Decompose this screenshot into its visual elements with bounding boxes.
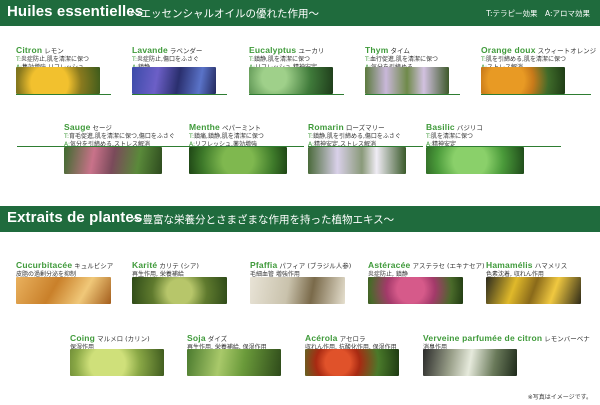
karite-photo: [132, 277, 227, 304]
oil-basilic: Basilic バジリコ T:肌を清潔に保つ A:精神安定: [426, 120, 561, 174]
japanese-name: パフィア (ブラジル人参): [279, 262, 352, 270]
plant-extracts-banner: Extraits de plantes ～豊富な栄養分とさまざまな作用を持った植…: [0, 206, 600, 232]
image-note: ※写真はイメージです。: [527, 394, 592, 401]
japanese-name: セージ: [92, 124, 112, 132]
french-name: Karité: [132, 260, 158, 270]
japanese-name: キュルビシア: [74, 262, 114, 270]
oil-orange-doux: Orange douxスウィートオレンジ T:肌を引締める,肌を清潔に保つ A:…: [481, 43, 597, 95]
japanese-name: レモン: [44, 47, 64, 55]
asteracee-photo: [368, 277, 463, 304]
extract-coing: Coing マルメロ (カリン) 保湿作用: [70, 331, 164, 376]
japanese-name: ペパーミント: [221, 124, 261, 132]
french-name: Hamamélis: [486, 260, 533, 270]
french-name: Astéracée: [368, 260, 411, 270]
oil-menthe: Menthe ペパーミント T:鎮痛,鎮静,肌を清潔に保つ A:リフレッシュ,薬効…: [189, 120, 304, 174]
japanese-name: マルメロ (カリン): [97, 335, 150, 343]
japanese-name: タイム: [390, 47, 410, 55]
soja-photo: [187, 349, 281, 376]
french-name: Acérola: [305, 333, 338, 343]
lavande-photo: [132, 67, 216, 94]
section-title: Extraits de plantes: [7, 209, 143, 226]
japanese-name: アセロラ: [339, 335, 366, 343]
french-name: Verveine parfumée de citron: [423, 333, 543, 343]
orange-photo: [481, 67, 565, 94]
french-name: Menthe: [189, 122, 220, 132]
japanese-name: ユーカリ: [298, 47, 325, 55]
hamamelis-photo: [486, 277, 581, 304]
divider: [249, 94, 344, 95]
french-name: Soja: [187, 333, 206, 343]
oil-eucalyptus: Eucalyptusユーカリ T:鎮静,肌を清潔に保つ A:リフレッシュ,精神安…: [249, 43, 344, 95]
extract-acerola: Acérola アセロラ 収れん作用, 抗酸化作用, 保湿作用: [305, 331, 399, 376]
extract-karite: Karité カリテ (シア) 再生作用, 栄養補給: [132, 258, 227, 304]
french-name: Citron: [16, 45, 43, 55]
sauge-photo: [64, 147, 162, 174]
french-name: Basilic: [426, 122, 455, 132]
french-name: Eucalyptus: [249, 45, 297, 55]
oil-lavande: Lavandeラベンダー T:炎症防止,傷口をふさぐ A:鎮静: [132, 43, 227, 95]
japanese-name: ハマメリス: [534, 262, 568, 270]
japanese-name: ローズマリー: [345, 124, 385, 132]
extract-pfaffia: Pfaffia パフィア (ブラジル人参) 毛細血管 増強作用: [250, 258, 352, 304]
verveine-photo: [423, 349, 517, 376]
french-name: Sauge: [64, 122, 91, 132]
coing-photo: [70, 349, 164, 376]
extract-soja: Soja ダイズ 再生作用, 栄養補給, 保湿作用: [187, 331, 281, 376]
oil-thym: Thymタイム T:血行促進,肌を清潔に保つ A:気分を引締める: [365, 43, 460, 95]
basilic-photo: [426, 147, 524, 174]
divider: [16, 94, 111, 95]
section-subtitle: ～エッセンシャルオイルの優れた作用～: [130, 8, 319, 20]
japanese-name: ラベンダー: [169, 47, 203, 55]
extract-verveine: Verveine parfumée de citron レモンバーベナ 消臭作用: [423, 331, 590, 376]
cucurbitacee-photo: [16, 277, 111, 304]
japanese-name: ダイズ: [207, 335, 228, 343]
french-name: Romarin: [308, 122, 344, 132]
acerola-photo: [305, 349, 399, 376]
french-name: Thym: [365, 45, 389, 55]
japanese-name: アステラセ (エキナセア): [412, 262, 485, 270]
oil-sauge: Sauge セージ T:育毛促進,肌を清潔に保つ,傷口をふさぐ A:気分を引締める…: [17, 120, 192, 174]
french-name: Orange doux: [481, 45, 536, 55]
oil-citron: Citronレモン T:炎症防止,肌を清潔に保つ A:集効増強,リフレッシュ: [16, 43, 111, 95]
citron-photo: [16, 67, 100, 94]
divider: [481, 94, 591, 95]
oil-romarin: Romarin ローズマリー T:鎮静,肌を引締める,傷口をふさぐ A:精神安定,…: [308, 120, 423, 174]
section-title: Huiles essentielles: [7, 3, 144, 20]
extract-cucurbitacee: Cucurbitacée キュルビシア 皮脂の過剰分泌を抑制: [16, 258, 114, 304]
divider: [365, 94, 460, 95]
japanese-name: レモンバーベナ: [544, 335, 590, 343]
french-name: Cucurbitacée: [16, 260, 73, 270]
thym-photo: [365, 67, 449, 94]
french-name: Coing: [70, 333, 96, 343]
section-subtitle: ～豊富な栄養分とさまざまな作用を持った植物エキス～: [132, 214, 395, 226]
japanese-name: スウィートオレンジ: [537, 47, 597, 55]
japanese-name: バジリコ: [456, 124, 483, 132]
japanese-name: カリテ (シア): [159, 262, 199, 270]
legend: T:テラピー効果 A:アロマ効果: [486, 9, 590, 18]
extract-asteracee: Astéracée アステラセ (エキナセア) 炎症防止, 鎮静: [368, 258, 485, 304]
eucalyptus-photo: [249, 67, 333, 94]
essential-oils-banner: Huiles essentielles ～エッセンシャルオイルの優れた作用～ T…: [0, 0, 600, 26]
french-name: Lavande: [132, 45, 168, 55]
french-name: Pfaffia: [250, 260, 278, 270]
romarin-photo: [308, 147, 406, 174]
pfaffia-photo: [250, 277, 345, 304]
divider: [132, 94, 227, 95]
menthe-photo: [189, 147, 287, 174]
extract-hamamelis: Hamamélis ハマメリス 色素沈着, 収れん作用: [486, 258, 581, 304]
